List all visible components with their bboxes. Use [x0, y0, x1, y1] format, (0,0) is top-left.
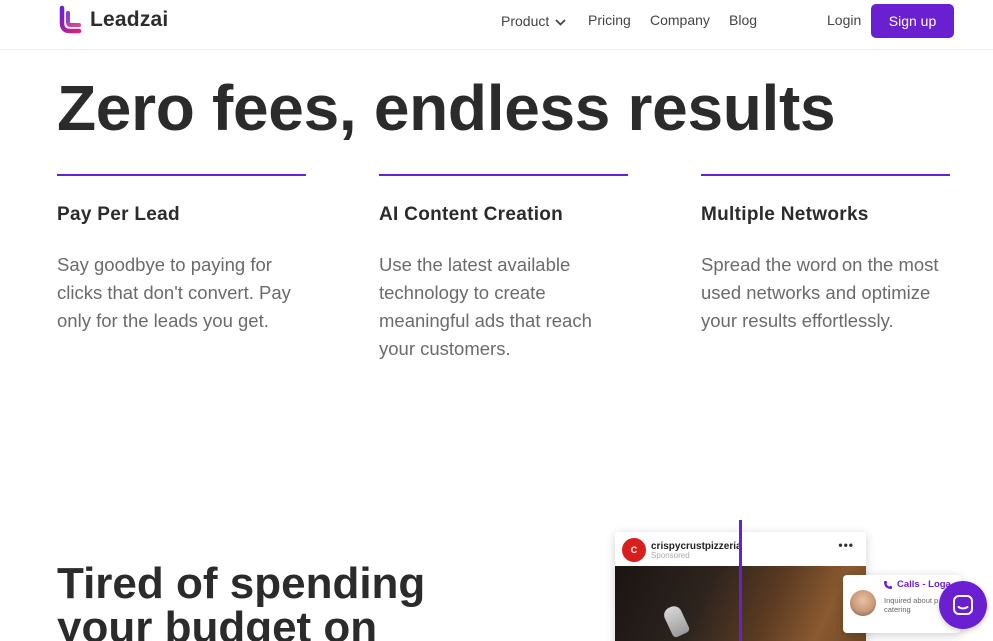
- feature-multiple-networks: Multiple Networks Spread the word on the…: [701, 174, 950, 335]
- nav-pricing[interactable]: Pricing: [588, 11, 631, 29]
- feature-text: Spread the word on the most used network…: [701, 254, 939, 331]
- signup-button[interactable]: Sign up: [871, 4, 954, 38]
- feature-title: Multiple Networks: [701, 204, 869, 225]
- feature-title: Pay Per Lead: [57, 204, 180, 225]
- nav-product[interactable]: Product: [501, 12, 566, 30]
- brand-name: Leadzai: [90, 8, 169, 31]
- pizzeria-avatar-icon: C: [622, 538, 646, 562]
- feature-divider: [57, 174, 306, 176]
- chat-launcher-button[interactable]: [939, 581, 987, 629]
- calls-title: Calls - Loga: [883, 579, 951, 590]
- hero-title: Zero fees, endless results: [57, 72, 836, 144]
- chat-bubble-icon: [953, 595, 973, 615]
- more-options-icon: •••: [838, 538, 854, 552]
- section-heading: Tired of spending your budget on: [57, 562, 425, 641]
- nav-blog[interactable]: Blog: [729, 11, 757, 29]
- feature-title: AI Content Creation: [379, 204, 564, 225]
- page: Leadzai Product Pricing Company Blog Log…: [0, 0, 993, 641]
- chevron-down-icon: [555, 12, 566, 30]
- section-heading-line-2: your budget on: [57, 603, 378, 641]
- feature-text: Say goodbye to paying for clicks that do…: [57, 254, 291, 331]
- brand-logo[interactable]: Leadzai: [57, 5, 168, 35]
- navbar: Leadzai Product Pricing Company Blog Log…: [0, 0, 993, 50]
- feature-divider: [379, 174, 628, 176]
- calls-title-text: Calls - Loga: [897, 579, 951, 590]
- login-link[interactable]: Login: [827, 11, 861, 29]
- nav-product-label: Product: [501, 13, 550, 29]
- caller-avatar: [850, 590, 876, 616]
- phone-icon: [884, 580, 892, 589]
- section-heading-line-1: Tired of spending: [57, 559, 426, 608]
- nav-company[interactable]: Company: [650, 11, 710, 29]
- ad-sponsored-label: Sponsored: [651, 551, 690, 560]
- feature-pay-per-lead: Pay Per Lead Say goodbye to paying for c…: [57, 174, 306, 335]
- feature-divider: [701, 174, 950, 176]
- feature-ai-content: AI Content Creation Use the latest avail…: [379, 174, 628, 363]
- leadzai-logo-icon: [59, 5, 82, 34]
- feature-text: Use the latest available technology to c…: [379, 254, 592, 359]
- ad-divider-line: [739, 520, 742, 641]
